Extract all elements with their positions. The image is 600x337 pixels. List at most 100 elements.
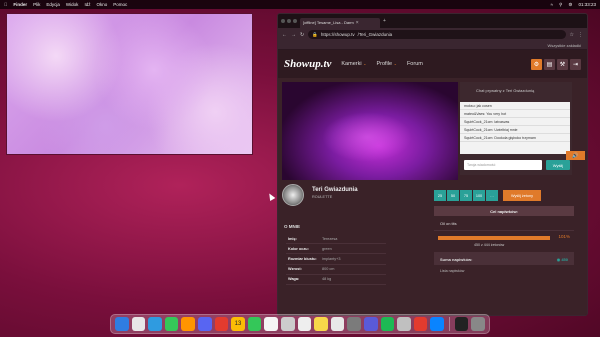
about-key: Wzrost:: [288, 267, 302, 272]
new-tab-button[interactable]: +: [383, 18, 386, 24]
tip-sum-value: ◉ 450: [557, 257, 568, 262]
wallet-icon[interactable]: ▤: [544, 58, 555, 70]
coin-icon: ◉: [556, 256, 561, 262]
calendar-app-icon[interactable]: 13: [231, 317, 245, 331]
dock-app-icon[interactable]: [454, 317, 469, 331]
close-icon[interactable]: ×: [356, 20, 359, 26]
goal-percent: 101%: [558, 234, 570, 239]
dock-app-icon[interactable]: [430, 317, 444, 331]
dock-app-icon[interactable]: [181, 317, 195, 331]
dock-app-icon[interactable]: [131, 317, 146, 331]
close-window-button[interactable]: [281, 19, 285, 23]
chat-message: SquirtCock_21cm: Dookola głęboko trzymam: [460, 134, 570, 142]
wifi-icon[interactable]: ≈: [551, 2, 553, 7]
dock-app-icon[interactable]: [148, 317, 162, 331]
dock-app-icon[interactable]: [247, 317, 262, 331]
logout-icon[interactable]: ⇥: [570, 58, 581, 70]
dock-app-icon[interactable]: [197, 317, 212, 331]
menu-item-window[interactable]: Okno: [96, 2, 107, 7]
tip-amount-button[interactable]: 25: [434, 190, 446, 201]
dock-app-icon[interactable]: [330, 317, 345, 331]
tab-title: [offline] Tesame_Lisa - Darm: [303, 20, 354, 25]
reload-icon[interactable]: ↻: [300, 32, 304, 38]
dock-app-icon[interactable]: [297, 317, 312, 331]
menu-kebab-icon[interactable]: ⋮: [578, 32, 583, 38]
chat-messages[interactable]: moksu: jak cosen mateo&Vaes: You very ho…: [460, 102, 570, 154]
tip-amount-button[interactable]: 100: [473, 190, 485, 201]
about-row: Imię: Terezesa: [286, 234, 386, 245]
about-row: Kolor oczu: green: [286, 244, 386, 255]
back-icon[interactable]: ←: [282, 32, 287, 38]
dock-app-icon[interactable]: [380, 317, 395, 331]
nav-profiles[interactable]: Profile ⌄: [376, 61, 396, 67]
menu-item-edit[interactable]: Edycja: [46, 2, 60, 7]
dock-app-icon[interactable]: [471, 317, 486, 331]
stream-video[interactable]: [282, 82, 458, 180]
bookmarks-bar: Wszystkie zakładki: [278, 41, 587, 50]
bookmark-star-icon[interactable]: ☆: [570, 32, 574, 38]
menu-app-name[interactable]: Finder: [13, 2, 27, 7]
about-value: 48 kg: [322, 277, 332, 282]
zoom-window-button[interactable]: [293, 19, 297, 23]
goal-progress-bar: [438, 236, 550, 240]
site-header: Showup.tv Kamerki ⌄ Profile ⌄ Forum ⚙ ▤ …: [278, 50, 587, 78]
private-chat: Chat prywatny z Teri Gwiazdunią moksu: j…: [460, 82, 572, 175]
about-title: O MNIE: [284, 224, 301, 229]
wrench-icon[interactable]: ⚒: [557, 58, 568, 70]
about-value: Terezesa: [322, 236, 338, 241]
avatar[interactable]: [282, 184, 304, 206]
menu-item-help[interactable]: Pomoc: [113, 2, 127, 7]
nav-cams-label: Kamerki: [341, 61, 362, 67]
minimize-window-button[interactable]: [287, 19, 291, 23]
dock-app-icon[interactable]: [413, 317, 428, 331]
chat-send-button[interactable]: Wyślij: [546, 160, 570, 170]
tip-goal-panel: Cel napiwków: Oil on tits 101% 450 z 444…: [434, 206, 574, 277]
tab-bar: [offline] Tesame_Lisa - Darm × +: [278, 14, 587, 28]
dock-app-icon[interactable]: [363, 317, 378, 331]
nav-forum[interactable]: Forum: [407, 61, 423, 67]
tip-sum-label: Suma napiwków:: [440, 256, 473, 262]
menu-item-file[interactable]: Plik: [33, 2, 40, 7]
settings-icon[interactable]: ⚙: [531, 58, 542, 70]
dock-app-icon[interactable]: [164, 317, 179, 331]
dock-app-icon[interactable]: [115, 317, 129, 331]
goal-header: Cel napiwków:: [434, 206, 574, 216]
tip-amount-button[interactable]: 50: [447, 190, 459, 201]
menu-item-go[interactable]: Idź: [84, 2, 90, 7]
all-bookmarks-link[interactable]: Wszystkie zakładki: [547, 43, 581, 48]
forward-icon[interactable]: →: [291, 32, 296, 38]
menu-clock[interactable]: 01:33:23: [578, 2, 596, 7]
send-tokens-button[interactable]: Wyślij żetony: [503, 190, 541, 201]
chat-title: Chat prywatny z Teri Gwiazdunią: [476, 88, 535, 93]
tip-sum-number: 450: [561, 256, 568, 262]
tip-list-label[interactable]: Lista napiwków: [434, 265, 574, 277]
dock-app-icon[interactable]: [280, 317, 295, 331]
search-icon[interactable]: ⚲: [559, 2, 562, 8]
chat-input[interactable]: Twoja wiadomość: [464, 160, 542, 170]
dock-app-icon[interactable]: [264, 317, 278, 331]
browser-window: [offline] Tesame_Lisa - Darm × + ← → ↻ 🔒…: [277, 13, 588, 316]
about-key: Imię:: [288, 236, 297, 241]
site-logo[interactable]: Showup.tv: [284, 58, 331, 70]
window-controls: [281, 19, 297, 23]
nav-profiles-label: Profile: [376, 61, 393, 67]
apple-icon[interactable]: : [4, 2, 7, 7]
dock-app-icon[interactable]: [397, 317, 411, 331]
control-center-icon[interactable]: ⚙: [568, 2, 572, 8]
nav-cams[interactable]: Kamerki ⌄: [341, 61, 366, 67]
dock-app-icon[interactable]: [347, 317, 361, 331]
goal-tokens: 450 z 444 żetonów: [474, 243, 505, 247]
dock-app-icon[interactable]: [314, 317, 328, 331]
menu-item-view[interactable]: Widok: [66, 2, 79, 7]
dock-app-icon[interactable]: [214, 317, 229, 331]
tip-amount-button[interactable]: …: [486, 190, 498, 201]
address-bar: ← → ↻ 🔒 https://showup.tv/Teri_Gwiazduni…: [278, 28, 587, 41]
url-field[interactable]: 🔒 https://showup.tv/Teri_Gwiazdunia: [308, 30, 566, 39]
tab-showup[interactable]: [offline] Tesame_Lisa - Darm ×: [300, 17, 380, 28]
about-value: 800 cm: [322, 267, 335, 272]
volume-icon[interactable]: 🔊: [566, 151, 585, 160]
chevron-down-icon: ⌄: [393, 61, 397, 66]
video-pip-window[interactable]: [6, 13, 253, 155]
tip-amount-button[interactable]: 75: [460, 190, 472, 201]
goal-text: Oil on tits: [434, 216, 574, 231]
